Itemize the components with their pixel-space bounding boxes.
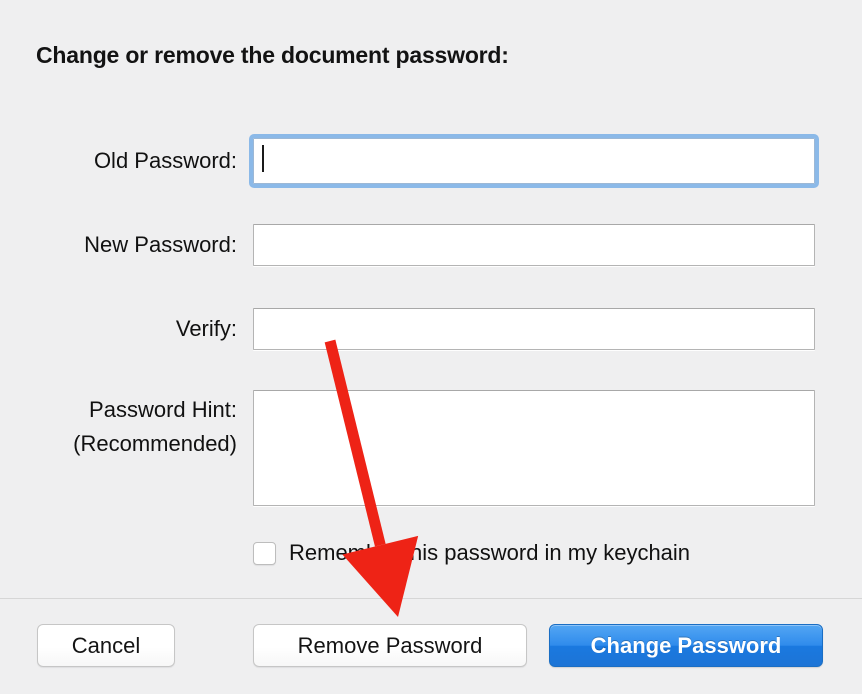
password-dialog: Change or remove the document password: … bbox=[0, 0, 862, 694]
form-row-password-hint: Password Hint: (Recommended) bbox=[0, 390, 862, 506]
password-hint-textarea[interactable] bbox=[253, 390, 815, 506]
remember-keychain-checkbox[interactable] bbox=[253, 542, 276, 565]
text-caret bbox=[262, 145, 264, 172]
password-hint-label: Password Hint: (Recommended) bbox=[73, 393, 237, 461]
new-password-input[interactable] bbox=[253, 224, 815, 266]
remember-keychain-label: Remember this password in my keychain bbox=[289, 540, 690, 566]
form-row-old-password: Old Password: bbox=[0, 138, 862, 184]
password-hint-label-line2: (Recommended) bbox=[73, 427, 237, 461]
password-hint-label-line1: Password Hint: bbox=[73, 393, 237, 427]
verify-input[interactable] bbox=[253, 308, 815, 350]
page-title: Change or remove the document password: bbox=[36, 42, 509, 69]
old-password-label: Old Password: bbox=[94, 146, 237, 176]
remove-password-button[interactable]: Remove Password bbox=[253, 624, 527, 667]
new-password-label: New Password: bbox=[84, 230, 237, 260]
form-row-new-password: New Password: bbox=[0, 224, 862, 266]
remember-keychain-row[interactable]: Remember this password in my keychain bbox=[253, 540, 690, 566]
change-password-button[interactable]: Change Password bbox=[549, 624, 823, 667]
cancel-button[interactable]: Cancel bbox=[37, 624, 175, 667]
verify-label: Verify: bbox=[176, 314, 237, 344]
old-password-input[interactable] bbox=[253, 138, 815, 184]
form-row-verify: Verify: bbox=[0, 308, 862, 350]
